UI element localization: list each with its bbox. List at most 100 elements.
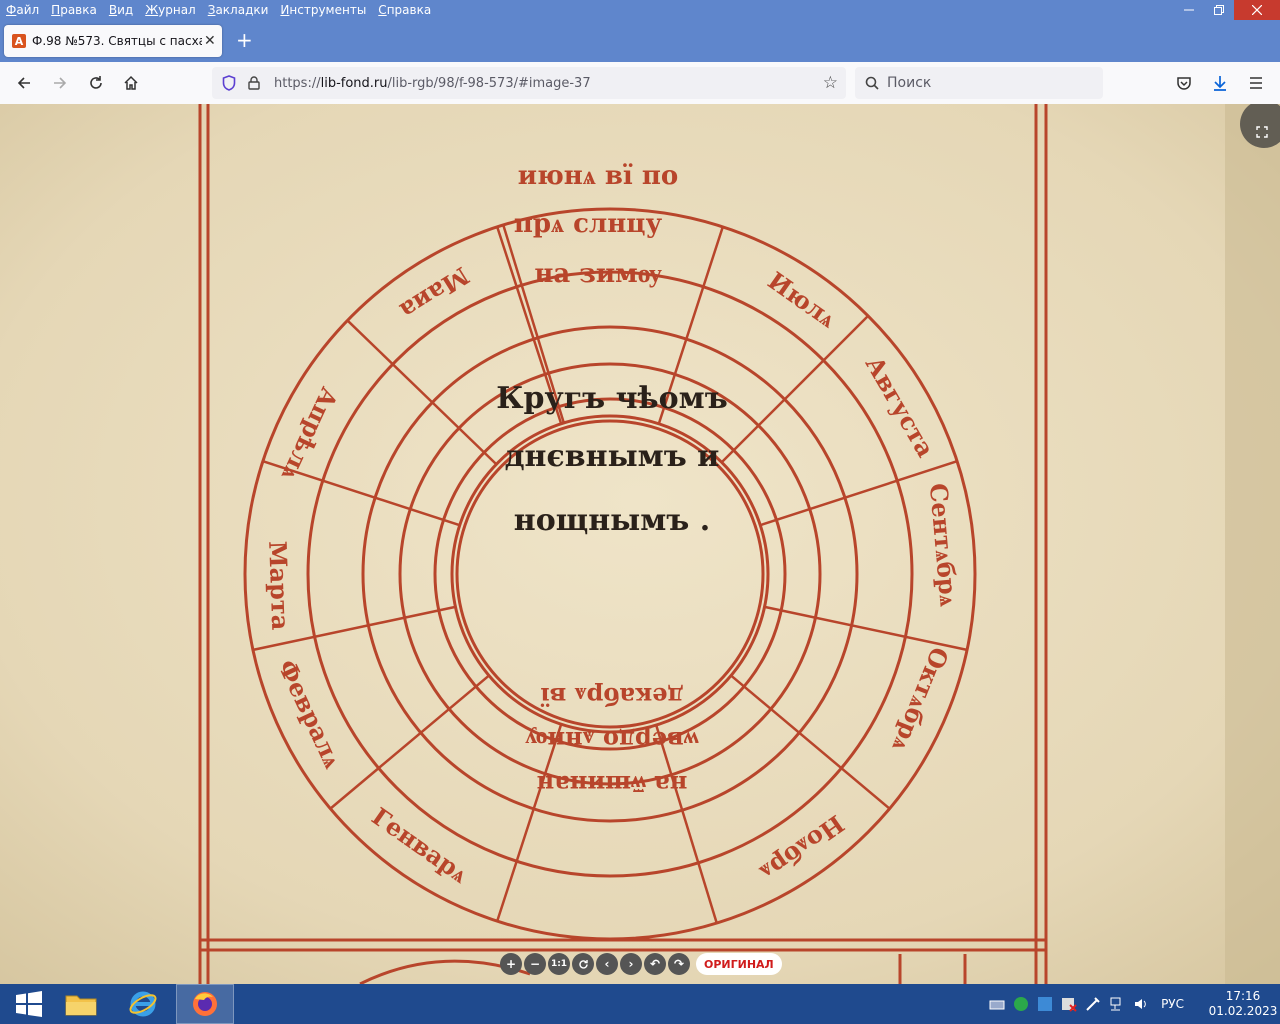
clock-date: 01.02.2023 bbox=[1208, 1004, 1278, 1018]
url-text[interactable]: https://lib-fond.ru/lib-rgb/98/f-98-573/… bbox=[274, 76, 591, 91]
firefox-icon bbox=[193, 992, 217, 1016]
taskbar-file-explorer[interactable] bbox=[52, 984, 110, 1024]
home-button[interactable] bbox=[119, 71, 143, 95]
volume-icon[interactable] bbox=[1133, 996, 1149, 1012]
menu-hotkey-letter: П bbox=[51, 3, 61, 17]
rotate-right-button[interactable]: ↷ bbox=[668, 953, 690, 975]
original-button[interactable]: ОРИГИНАЛ bbox=[696, 953, 782, 975]
tab-title: Ф.98 №573. Святцы с пасхалие bbox=[32, 34, 202, 48]
search-icon bbox=[865, 76, 879, 90]
tools-icon[interactable] bbox=[1085, 996, 1101, 1012]
top-segment-line-1: июнѧ вї по bbox=[518, 161, 678, 191]
tab-close-button[interactable]: ✕ bbox=[204, 33, 216, 49]
security-warning-icon[interactable] bbox=[1061, 996, 1077, 1012]
back-button[interactable] bbox=[12, 71, 36, 95]
menu-hotkey-letter: В bbox=[108, 3, 118, 17]
menu-history[interactable]: Журнал bbox=[145, 3, 196, 17]
manuscript-page-image: МартаАпрѣлѧМаиа ИюлѧАвгустаСентѧбрѧОктѧбр… bbox=[0, 104, 1280, 984]
rotate-left-button[interactable]: ↶ bbox=[644, 953, 666, 975]
rotate-button[interactable] bbox=[572, 953, 594, 975]
menu-hotkey-letter: С bbox=[378, 3, 387, 17]
zoom-1to1-button[interactable]: 1:1 bbox=[548, 953, 570, 975]
url-path: /lib-rgb/98/f-98-573/#image-37 bbox=[387, 75, 591, 91]
taskbar-firefox[interactable] bbox=[176, 984, 234, 1024]
internet-explorer-icon bbox=[129, 991, 157, 1017]
pocket-button[interactable] bbox=[1172, 71, 1196, 95]
rotate-icon bbox=[578, 959, 588, 969]
restore-button[interactable] bbox=[1204, 0, 1234, 20]
reload-button[interactable] bbox=[84, 71, 108, 95]
pocket-icon bbox=[1177, 77, 1191, 90]
download-icon bbox=[1214, 76, 1226, 91]
folder-icon bbox=[65, 995, 97, 1016]
clock[interactable]: 17:16 01.02.2023 bbox=[1206, 989, 1280, 1019]
top-segment-line-3: на зимѹ bbox=[534, 259, 661, 289]
hamburger-menu-icon bbox=[1250, 77, 1262, 89]
url-scheme: https:// bbox=[274, 75, 321, 91]
manuscript-viewer[interactable]: Марта Апрѣлѧ Маиа Июлѧ Августа Сентѧбрѧ Октѧбр… bbox=[0, 104, 1280, 984]
minimize-button[interactable] bbox=[1174, 0, 1204, 20]
top-segment-line-2: прѧ слнцу bbox=[514, 209, 663, 239]
taskbar: РУС 17:16 01.02.2023 bbox=[0, 984, 1280, 1024]
input-language-indicator[interactable]: РУС bbox=[1161, 997, 1184, 1011]
title-bar: Файл Правка Вид Журнал Закладки Инструме… bbox=[0, 0, 1280, 20]
bottom-segment-line-3: декабрѧ вї bbox=[540, 682, 683, 711]
usb-device-icon[interactable] bbox=[989, 996, 1005, 1012]
close-icon bbox=[1252, 5, 1262, 15]
center-title-line-3: нощнымъ . bbox=[514, 503, 710, 538]
clock-time: 17:16 bbox=[1225, 989, 1261, 1003]
back-arrow-icon bbox=[17, 77, 30, 89]
app-menu-button[interactable] bbox=[1244, 71, 1268, 95]
menu-view[interactable]: Вид bbox=[109, 3, 133, 17]
forward-button[interactable] bbox=[48, 71, 72, 95]
url-host: lib-fond.ru bbox=[320, 75, 388, 91]
menu-hotkey-letter: Ф bbox=[6, 3, 17, 17]
search-input[interactable]: Поиск bbox=[887, 75, 931, 91]
minimize-icon bbox=[1184, 9, 1194, 11]
menu-hotkey-letter: Ж bbox=[145, 3, 159, 17]
tab-strip: А Ф.98 №573. Святцы с пасхалие ✕ + bbox=[0, 20, 1280, 62]
month-label: Марта bbox=[263, 540, 295, 630]
bottom-segment-line-1: на ѿшинан bbox=[537, 770, 688, 799]
home-icon bbox=[124, 75, 138, 90]
window-controls bbox=[1174, 0, 1280, 20]
navigation-bar: https://lib-fond.ru/lib-rgb/98/f-98-573/… bbox=[0, 62, 1280, 105]
start-button[interactable] bbox=[0, 984, 58, 1024]
reload-icon bbox=[90, 76, 102, 89]
tab-active[interactable]: А Ф.98 №573. Святцы с пасхалие ✕ bbox=[4, 25, 222, 57]
menu-help[interactable]: Справка bbox=[378, 3, 431, 17]
menu-bar: Файл Правка Вид Журнал Закладки Инструме… bbox=[0, 0, 443, 20]
search-bar[interactable]: Поиск bbox=[855, 67, 1103, 99]
lock-icon[interactable] bbox=[248, 76, 260, 90]
menu-hotkey-letter: И bbox=[280, 3, 290, 17]
fullscreen-icon bbox=[1256, 126, 1268, 138]
system-tray: РУС 17:16 01.02.2023 bbox=[989, 984, 1280, 1024]
bottom-segment-line-2: ѡвердо ѧннѹ bbox=[525, 726, 699, 755]
menu-tools[interactable]: Инструменты bbox=[280, 3, 366, 17]
bookmark-star-icon[interactable]: ☆ bbox=[823, 73, 838, 93]
menu-file[interactable]: Файл bbox=[6, 3, 39, 17]
tracking-protection-shield-icon[interactable] bbox=[222, 75, 236, 91]
center-title-line-2: днєвнымъ и bbox=[505, 439, 720, 474]
viewer-toolbar: + − 1:1 ‹ › ↶ ↷ ОРИГИНАЛ bbox=[500, 952, 782, 976]
zoom-out-button[interactable]: − bbox=[524, 953, 546, 975]
center-title-line-1: Кругъ чѣомъ bbox=[496, 381, 727, 416]
menu-edit[interactable]: Правка bbox=[51, 3, 97, 17]
previous-page-button[interactable]: ‹ bbox=[596, 953, 618, 975]
close-window-button[interactable] bbox=[1234, 0, 1280, 20]
network-status-icon[interactable] bbox=[1037, 996, 1053, 1012]
address-bar[interactable]: https://lib-fond.ru/lib-rgb/98/f-98-573/… bbox=[212, 67, 846, 99]
update-icon[interactable] bbox=[1013, 996, 1029, 1012]
menu-bookmarks[interactable]: Закладки bbox=[208, 3, 269, 17]
windows-logo-icon bbox=[16, 991, 42, 1017]
downloads-button[interactable] bbox=[1208, 71, 1232, 95]
restore-icon bbox=[1214, 5, 1224, 15]
taskbar-internet-explorer[interactable] bbox=[114, 984, 172, 1024]
forward-arrow-icon bbox=[54, 77, 67, 89]
new-tab-button[interactable]: + bbox=[236, 30, 253, 50]
zoom-in-button[interactable]: + bbox=[500, 953, 522, 975]
network-icon[interactable] bbox=[1109, 996, 1125, 1012]
site-favicon-icon: А bbox=[12, 34, 26, 48]
next-page-button[interactable]: › bbox=[620, 953, 642, 975]
menu-hotkey-letter: З bbox=[207, 3, 216, 17]
